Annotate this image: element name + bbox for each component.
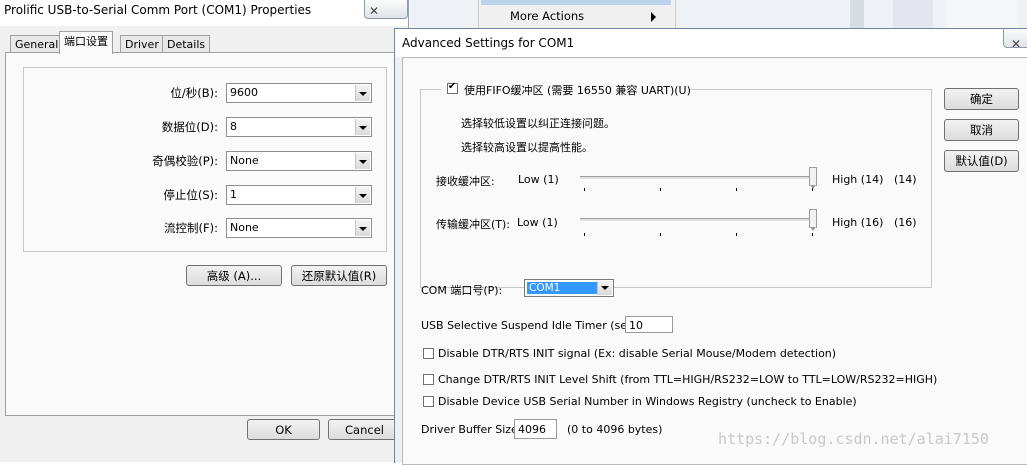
slider-tick bbox=[660, 188, 661, 191]
flow-control-label: 流控制(F): bbox=[164, 221, 218, 235]
chevron-down-icon[interactable] bbox=[355, 187, 370, 203]
tab-general[interactable]: General bbox=[10, 35, 64, 53]
baud-rate-value: 9600 bbox=[230, 86, 258, 99]
hint-high: 选择较高设置以提高性能。 bbox=[461, 141, 593, 154]
chevron-down-icon[interactable] bbox=[597, 281, 612, 295]
driver-buffer-range: (0 to 4096 bytes) bbox=[567, 423, 663, 436]
tab-port-settings[interactable]: 端口设置 bbox=[59, 31, 113, 54]
stop-bits-label: 停止位(S): bbox=[163, 188, 218, 202]
menu-item-more-actions[interactable]: More Actions bbox=[510, 9, 584, 23]
disable-dtr-rts-checkbox[interactable] bbox=[423, 348, 434, 359]
change-level-shift-checkbox[interactable] bbox=[423, 374, 434, 385]
tab-details[interactable]: Details bbox=[162, 35, 211, 53]
cancel-button[interactable]: Cancel bbox=[328, 419, 401, 440]
transmit-value: (16) bbox=[894, 216, 917, 229]
defaults-button[interactable]: 默认值(D) bbox=[944, 150, 1019, 172]
fifo-checkbox-label: 使用FIFO缓冲区 (需要 16550 兼容 UART)(U) bbox=[464, 84, 691, 97]
close-icon: ✕ bbox=[1011, 37, 1022, 51]
advanced-button[interactable]: 高级 (A)... bbox=[186, 265, 282, 286]
chevron-down-icon[interactable] bbox=[355, 153, 370, 169]
fifo-checkbox[interactable] bbox=[447, 81, 458, 94]
ok-button[interactable]: 确定 bbox=[944, 88, 1019, 110]
slider-tick bbox=[736, 188, 737, 191]
change-level-shift-label: Change DTR/RTS INIT Level Shift (from TT… bbox=[438, 373, 938, 386]
stop-bits-select[interactable]: 1 bbox=[226, 185, 372, 205]
slider-tick bbox=[736, 233, 737, 236]
stop-bits-value: 1 bbox=[230, 188, 237, 201]
receive-high-label: High (14) bbox=[832, 173, 884, 186]
receive-value: (14) bbox=[894, 173, 917, 186]
hint-low: 选择较低设置以纠正连接问题。 bbox=[461, 117, 615, 130]
dialog-title: Prolific USB-to-Serial Comm Port (COM1) … bbox=[4, 3, 312, 17]
parity-select[interactable]: None bbox=[226, 151, 372, 171]
slider-tick bbox=[812, 233, 813, 236]
restore-defaults-button[interactable]: 还原默认值(R) bbox=[291, 265, 387, 286]
close-icon: ✕ bbox=[369, 4, 380, 18]
chevron-down-icon[interactable] bbox=[355, 119, 370, 135]
flow-control-value: None bbox=[230, 221, 259, 234]
title-bar: Prolific USB-to-Serial Comm Port (COM1) … bbox=[0, 0, 408, 26]
cancel-button[interactable]: 取消 bbox=[944, 119, 1019, 141]
flow-control-select[interactable]: None bbox=[226, 218, 372, 238]
com-port-value: COM1 bbox=[527, 282, 597, 294]
disable-dtr-rts-label: Disable DTR/RTS INIT signal (Ex: disable… bbox=[438, 347, 837, 360]
ok-button[interactable]: OK bbox=[247, 419, 320, 440]
submenu-arrow-icon bbox=[651, 12, 656, 22]
parity-label: 奇偶校验(P): bbox=[152, 154, 218, 168]
slider-tick bbox=[584, 233, 585, 236]
transmit-low-label: Low (1) bbox=[517, 216, 558, 229]
receive-buffer-slider[interactable] bbox=[580, 176, 816, 180]
usb-suspend-value: 10 bbox=[629, 319, 643, 332]
dialog-title: Advanced Settings for COM1 bbox=[402, 36, 575, 50]
driver-buffer-value: 4096 bbox=[518, 423, 546, 436]
disable-serial-number-checkbox[interactable] bbox=[423, 396, 434, 407]
transmit-buffer-slider[interactable] bbox=[580, 218, 816, 222]
menu-highlight bbox=[481, 0, 671, 5]
disable-serial-number-label: Disable Device USB Serial Number in Wind… bbox=[438, 395, 857, 408]
title-bar: Advanced Settings for COM1 ✕ bbox=[395, 29, 1027, 57]
receive-low-label: Low (1) bbox=[518, 173, 559, 186]
chevron-down-icon[interactable] bbox=[355, 85, 370, 101]
baud-rate-select[interactable]: 9600 bbox=[226, 83, 372, 103]
com-port-label: COM 端口号(P): bbox=[421, 284, 503, 297]
chevron-down-icon[interactable] bbox=[355, 220, 370, 236]
transmit-buffer-label: 传输缓冲区(T): bbox=[436, 218, 511, 231]
context-menu: More Actions bbox=[478, 0, 676, 28]
data-bits-value: 8 bbox=[230, 120, 237, 133]
watermark: https://blog.csdn.net/alai7150 bbox=[718, 430, 989, 448]
transmit-slider-thumb[interactable] bbox=[809, 209, 817, 231]
receive-buffer-label: 接收缓冲区: bbox=[436, 175, 495, 188]
data-bits-label: 数据位(D): bbox=[161, 120, 218, 134]
usb-suspend-label: USB Selective Suspend Idle Timer (secs): bbox=[421, 319, 647, 332]
receive-slider-thumb[interactable] bbox=[809, 167, 817, 189]
com-port-select[interactable]: COM1 bbox=[524, 279, 614, 297]
usb-suspend-input[interactable]: 10 bbox=[625, 316, 673, 333]
parity-value: None bbox=[230, 154, 259, 167]
close-button[interactable]: ✕ bbox=[1003, 29, 1027, 51]
slider-tick bbox=[660, 233, 661, 236]
transmit-high-label: High (16) bbox=[832, 216, 884, 229]
data-bits-select[interactable]: 8 bbox=[226, 117, 372, 137]
slider-tick bbox=[584, 188, 585, 191]
baud-rate-label: 位/秒(B): bbox=[170, 86, 218, 100]
properties-dialog: Prolific USB-to-Serial Comm Port (COM1) … bbox=[0, 0, 409, 462]
close-button[interactable]: ✕ bbox=[364, 0, 408, 19]
tab-driver[interactable]: Driver bbox=[120, 35, 164, 53]
driver-buffer-input[interactable]: 4096 bbox=[514, 419, 557, 439]
driver-buffer-label: Driver Buffer Size: bbox=[421, 423, 522, 436]
